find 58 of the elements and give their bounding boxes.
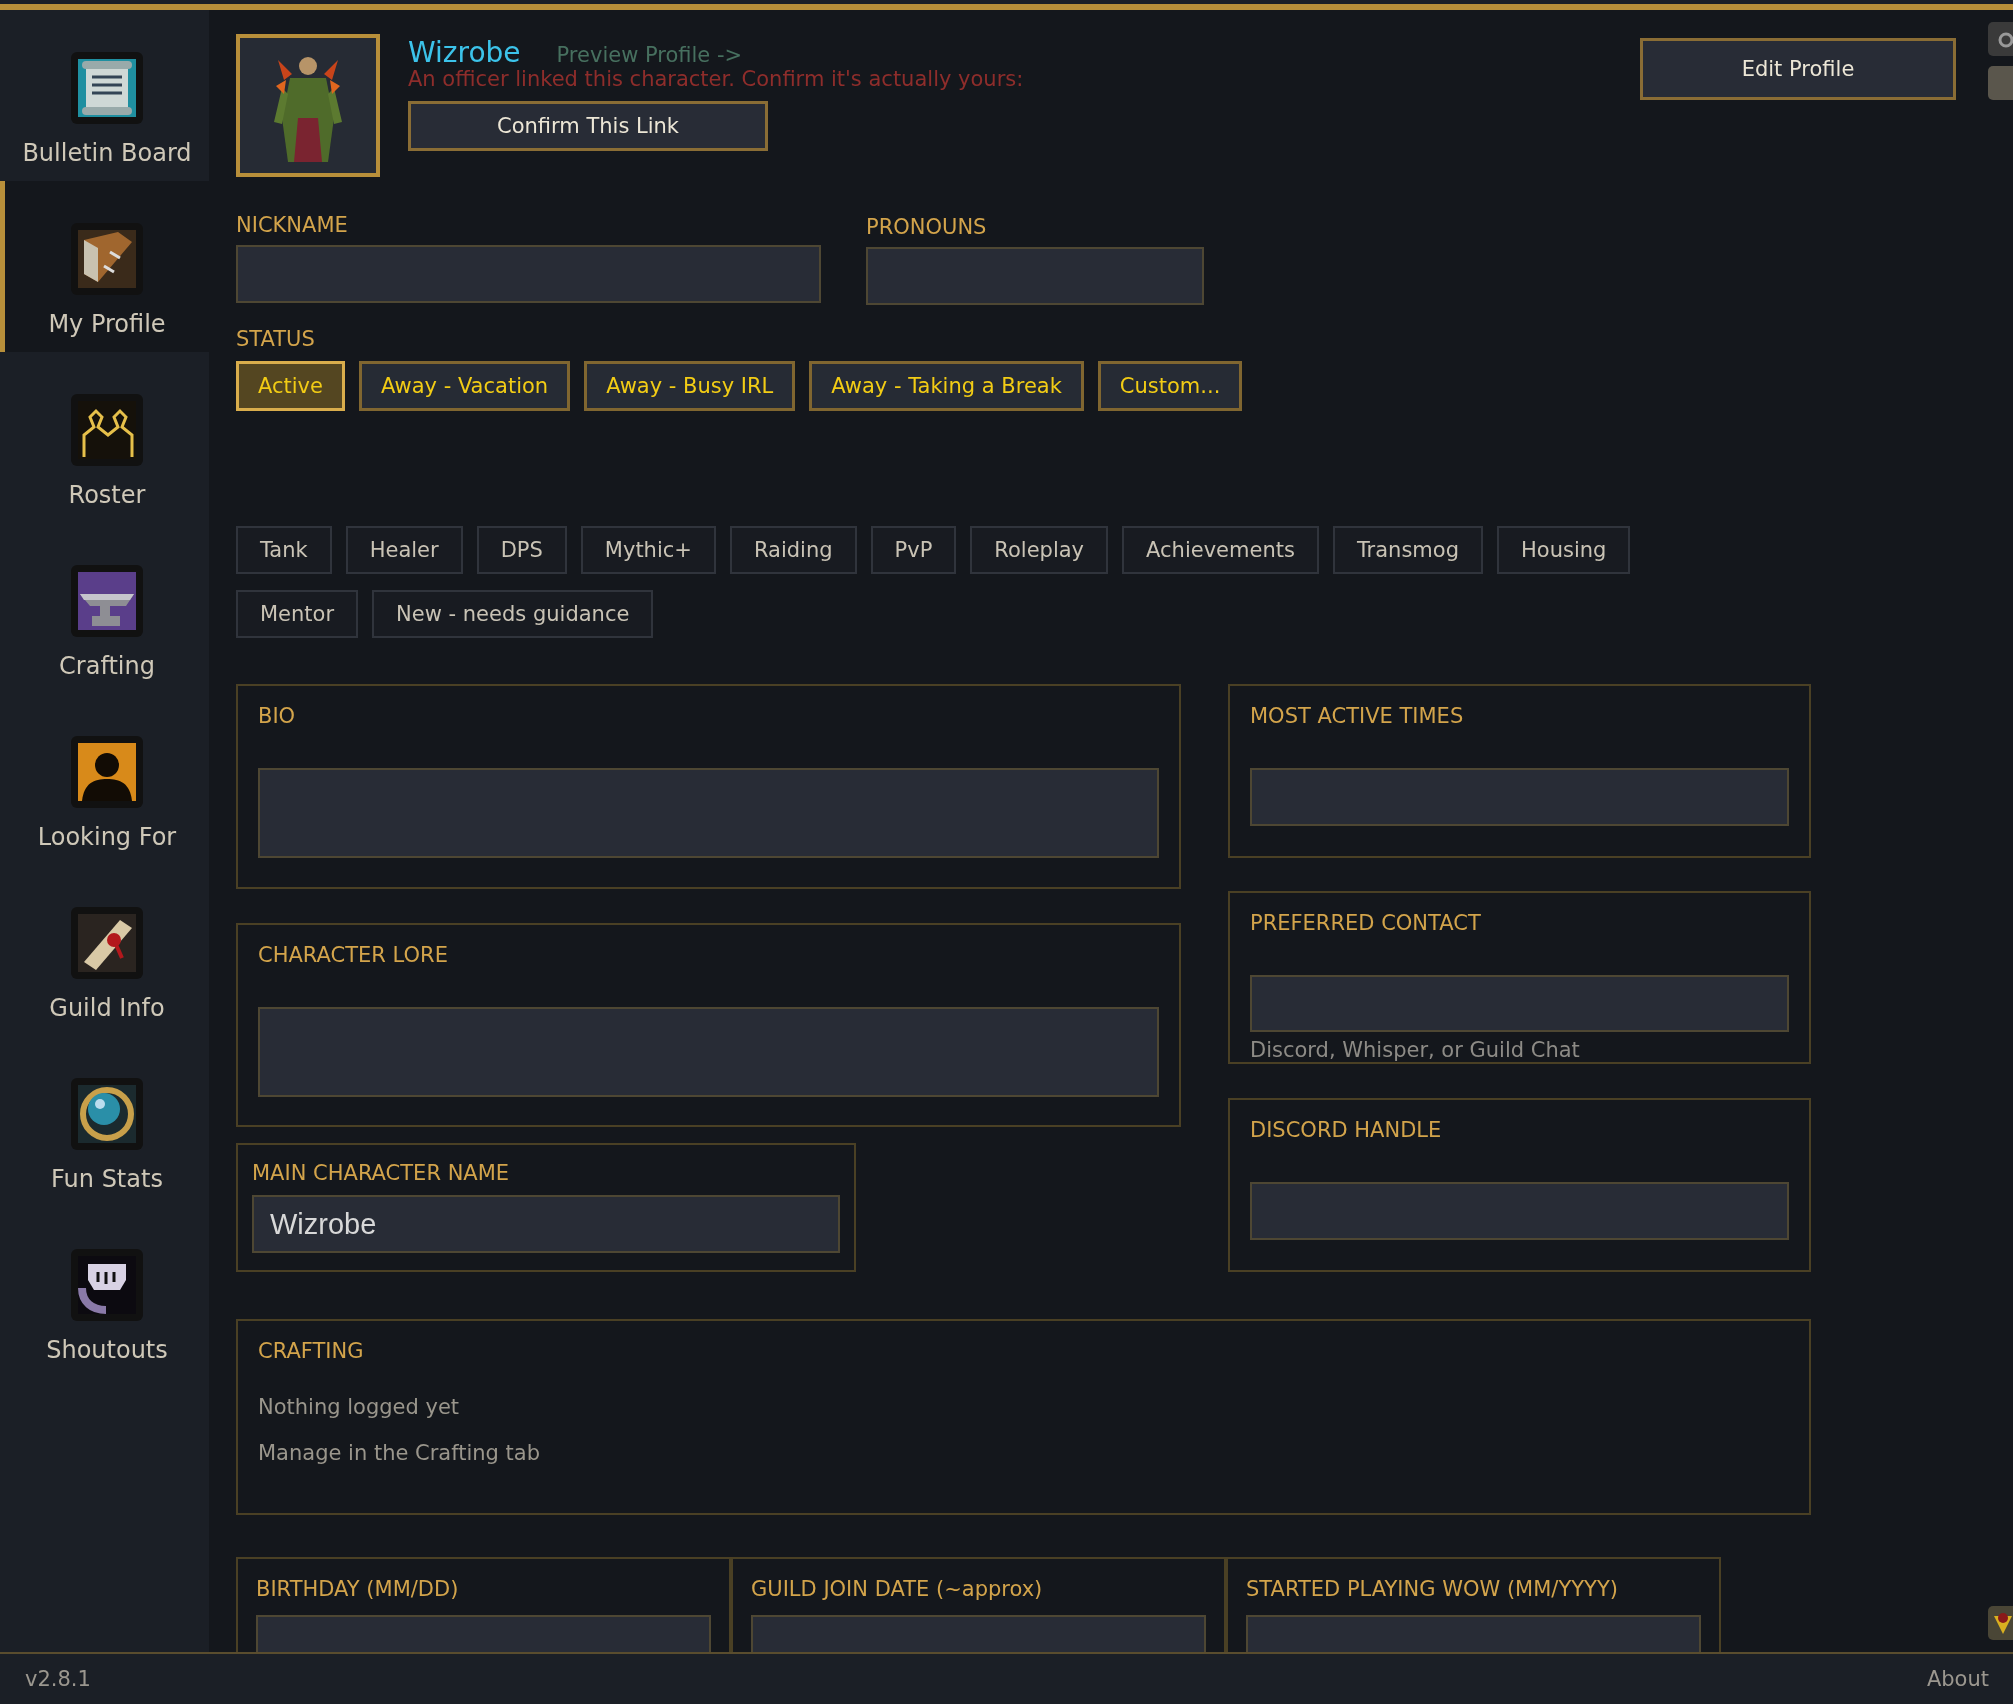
warning-text: An officer linked this character. Confirm it's actually yours: — [408, 67, 1025, 91]
input-field[interactable] — [1250, 1182, 1789, 1240]
field-label: STATUS — [236, 327, 316, 351]
card-label: STARTED PLAYING WOW (MM/YYYY) — [1246, 1577, 1619, 1601]
input-field[interactable] — [1250, 975, 1789, 1032]
tag-button[interactable]: Healer — [345, 526, 463, 574]
card-label: BIRTHDAY (MM/DD) — [256, 1577, 460, 1601]
scroll-icon — [70, 51, 144, 125]
character-name: Wizrobe — [408, 36, 521, 69]
about-link[interactable]: About — [1926, 1667, 1989, 1691]
card-label: MAIN CHARACTER NAME — [252, 1161, 511, 1185]
person-silhouette-icon — [70, 735, 144, 809]
tag-button[interactable]: PvP — [870, 526, 957, 574]
version-text: v2.8.1 — [25, 1667, 91, 1691]
helper-text: Discord, Whisper, or Guild Chat — [1250, 1038, 1581, 1062]
tag-button[interactable]: DPS — [476, 526, 567, 574]
text-area[interactable] — [258, 1007, 1159, 1097]
anvil-icon — [70, 564, 144, 638]
people-icon — [70, 393, 144, 467]
pronouns-field[interactable] — [866, 247, 1204, 305]
card-label: PREFERRED CONTACT — [1250, 911, 1482, 935]
status-button[interactable]: Custom... — [1097, 361, 1243, 411]
field-label: NICKNAME — [236, 213, 349, 237]
tag-button[interactable]: Tank — [236, 526, 332, 574]
nickname-field[interactable] — [236, 245, 821, 303]
crafting-text: Nothing logged yet — [258, 1395, 461, 1419]
tag-button[interactable]: Mythic+ — [580, 526, 716, 574]
card-label: BIO — [258, 704, 297, 728]
card-label: DISCORD HANDLE — [1250, 1118, 1443, 1142]
status-button[interactable]: Active — [236, 361, 345, 411]
confirm-link-button[interactable]: Confirm This Link — [408, 101, 768, 151]
tag-button[interactable]: Achievements — [1122, 526, 1319, 574]
book-icon — [70, 222, 144, 296]
field-label: PRONOUNS — [866, 215, 988, 239]
card-label: CRAFTING — [258, 1339, 365, 1363]
tag-button[interactable]: Transmog — [1332, 526, 1483, 574]
tag-button[interactable]: Mentor — [236, 590, 359, 638]
text-area[interactable] — [258, 768, 1159, 858]
orb-icon — [70, 1077, 144, 1151]
sidebar-item[interactable]: My Profile — [0, 181, 209, 352]
input-field[interactable] — [1250, 768, 1789, 826]
edit-profile-button[interactable]: Edit Profile — [1640, 38, 1956, 100]
skull-icon — [70, 1248, 144, 1322]
card-label: GUILD JOIN DATE (~approx) — [751, 1577, 1044, 1601]
shield-icon[interactable] — [1986, 1604, 2013, 1642]
status-button[interactable]: Away - Busy IRL — [584, 361, 796, 411]
tag-button[interactable]: New - needs guidance — [372, 590, 654, 638]
crafting-text: Manage in the Crafting tab — [258, 1441, 542, 1465]
card-label: CHARACTER LORE — [258, 943, 449, 967]
tag-button[interactable]: Raiding — [729, 526, 857, 574]
input-field[interactable]: Wizrobe — [252, 1195, 840, 1253]
eye-icon[interactable] — [1986, 20, 2013, 58]
tag-button[interactable]: Housing — [1497, 526, 1631, 574]
tag-button[interactable]: Roleplay — [970, 526, 1109, 574]
status-button[interactable]: Away - Vacation — [358, 361, 571, 411]
status-button[interactable]: Away - Taking a Break — [809, 361, 1084, 411]
scroll-icon — [70, 906, 144, 980]
card-label: MOST ACTIVE TIMES — [1250, 704, 1465, 728]
